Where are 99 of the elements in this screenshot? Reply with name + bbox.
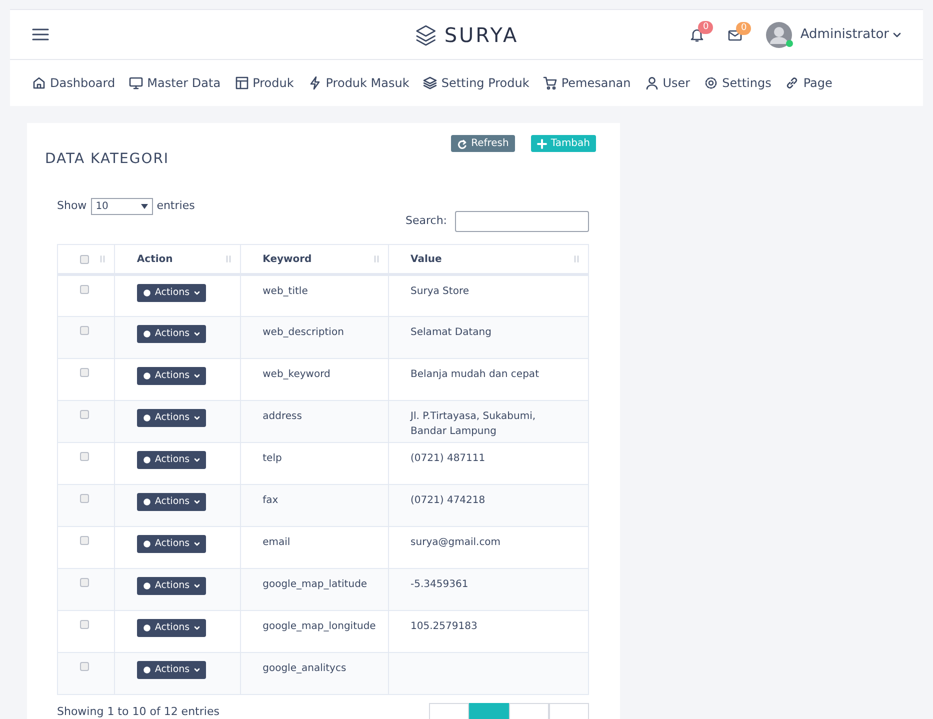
- chevron-down-icon: [194, 332, 200, 336]
- row-checkbox[interactable]: [80, 410, 89, 419]
- menu-item[interactable]: Master Data: [129, 74, 221, 92]
- chevron-down-icon: [893, 32, 901, 38]
- bell-icon[interactable]: [690, 28, 704, 42]
- plus-icon: [536, 138, 547, 148]
- actions-button[interactable]: Actions: [136, 325, 206, 344]
- row-checkbox[interactable]: [80, 620, 89, 629]
- actions-button[interactable]: Actions: [136, 284, 206, 302]
- select-all-checkbox[interactable]: [80, 254, 89, 264]
- row-checkbox[interactable]: [80, 368, 89, 377]
- menu-item[interactable]: Pemesanan: [543, 74, 631, 92]
- chevron-down-icon: [194, 458, 200, 462]
- user-menu[interactable]: Administrator: [800, 24, 901, 44]
- table-cell: google_map_longitude: [262, 621, 376, 632]
- sort-icon: [226, 255, 231, 263]
- table-cell: Belanja mudah dan cepat: [410, 369, 539, 380]
- chevron-down-icon: [194, 500, 200, 504]
- row-checkbox[interactable]: [80, 578, 89, 587]
- cart-icon: [543, 76, 558, 90]
- table-cell: email: [262, 537, 290, 548]
- table-cell: (0721) 487111: [410, 453, 486, 464]
- chevron-down-icon: [194, 291, 200, 296]
- home-icon: [32, 76, 46, 90]
- table-cell: (0721) 474218: [410, 495, 486, 506]
- brand-name: SURYA: [444, 22, 519, 48]
- sort-icon: [374, 255, 379, 263]
- menu-item[interactable]: Dashboard: [32, 74, 116, 92]
- actions-button[interactable]: Actions: [136, 577, 206, 596]
- mail-icon[interactable]: [728, 28, 742, 40]
- row-checkbox[interactable]: [80, 536, 89, 545]
- show-label: Show: [57, 198, 87, 214]
- actions-button[interactable]: Actions: [136, 451, 206, 470]
- table-cell: web_keyword: [262, 369, 330, 380]
- column-header[interactable]: Value: [410, 252, 442, 266]
- chevron-down-icon: [194, 416, 200, 420]
- pagination-button[interactable]: [509, 703, 549, 719]
- chevron-down-icon: [194, 584, 200, 588]
- column-header[interactable]: Keyword: [262, 252, 312, 266]
- layers-icon: [423, 76, 438, 90]
- table-cell: -5.3459361: [410, 579, 468, 590]
- table-cell: fax: [262, 495, 278, 506]
- pagination-button[interactable]: [429, 703, 469, 719]
- chevron-down-icon: [194, 668, 200, 672]
- row-checkbox[interactable]: [80, 326, 89, 335]
- menu-item[interactable]: Produk Masuk: [308, 74, 410, 92]
- column-header[interactable]: Action: [136, 252, 173, 266]
- table-cell: google_map_latitude: [262, 579, 368, 590]
- menu-item[interactable]: Settings: [704, 74, 772, 92]
- table-cell: Surya Store: [410, 286, 469, 297]
- row-checkbox[interactable]: [80, 285, 89, 294]
- refresh-icon: [457, 138, 468, 148]
- actions-button[interactable]: Actions: [136, 661, 206, 680]
- table-icon: [234, 76, 249, 90]
- menu-item[interactable]: User: [644, 74, 690, 92]
- chevron-down-icon: [194, 374, 200, 378]
- actions-button[interactable]: Actions: [136, 535, 206, 554]
- actions-button[interactable]: Actions: [136, 493, 206, 512]
- count-badge: 0: [736, 22, 752, 34]
- count-badge: 0: [698, 20, 714, 34]
- search-field[interactable]: [455, 211, 589, 232]
- table-cell: Selamat Datang: [410, 327, 492, 338]
- bolt-icon: [308, 76, 322, 90]
- pagination-button[interactable]: [469, 703, 509, 719]
- menu-item[interactable]: Page: [785, 74, 832, 92]
- row-checkbox[interactable]: [80, 494, 89, 503]
- sort-icon: [100, 255, 105, 263]
- row-checkbox[interactable]: [80, 662, 89, 671]
- user-icon: [644, 76, 659, 90]
- table-cell: surya@gmail.com: [410, 537, 501, 548]
- table-cell: Jl. P.Tirtayasa, Sukabumi, Bandar Lampung: [410, 411, 536, 437]
- row-checkbox[interactable]: [80, 452, 89, 461]
- page-size-select[interactable]: 10: [90, 198, 153, 215]
- pagination-button[interactable]: [549, 703, 589, 719]
- layers-logo-icon: [414, 24, 436, 46]
- actions-button[interactable]: Actions: [136, 619, 206, 638]
- chevron-down-icon: [194, 542, 200, 546]
- table-cell: telp: [262, 453, 282, 464]
- monitor-icon: [129, 76, 144, 90]
- sort-icon: [574, 255, 579, 263]
- dropdown-arrow-icon: [140, 204, 148, 209]
- search-label: Search:: [406, 213, 447, 230]
- menu-icon[interactable]: [32, 28, 49, 41]
- table-cell: web_description: [262, 327, 344, 338]
- refresh-button[interactable]: Refresh: [451, 135, 515, 152]
- entries-info: Showing 1 to 10 of 12 entries: [57, 704, 220, 719]
- actions-button[interactable]: Actions: [136, 367, 206, 386]
- menu-item[interactable]: Setting Produk: [423, 74, 530, 92]
- panel-title: DATA KATEGORI: [45, 150, 170, 169]
- table-cell: google_analitycs: [262, 663, 346, 674]
- chevron-down-icon: [194, 626, 200, 630]
- actions-button[interactable]: Actions: [136, 409, 206, 428]
- table-cell: web_title: [262, 286, 308, 297]
- avatar-icon: [766, 22, 792, 48]
- link-icon: [785, 76, 800, 90]
- menu-item[interactable]: Produk: [234, 74, 294, 92]
- table-cell: address: [262, 411, 302, 422]
- entries-label: entries: [156, 198, 195, 214]
- table-cell: 105.2579183: [410, 621, 478, 632]
